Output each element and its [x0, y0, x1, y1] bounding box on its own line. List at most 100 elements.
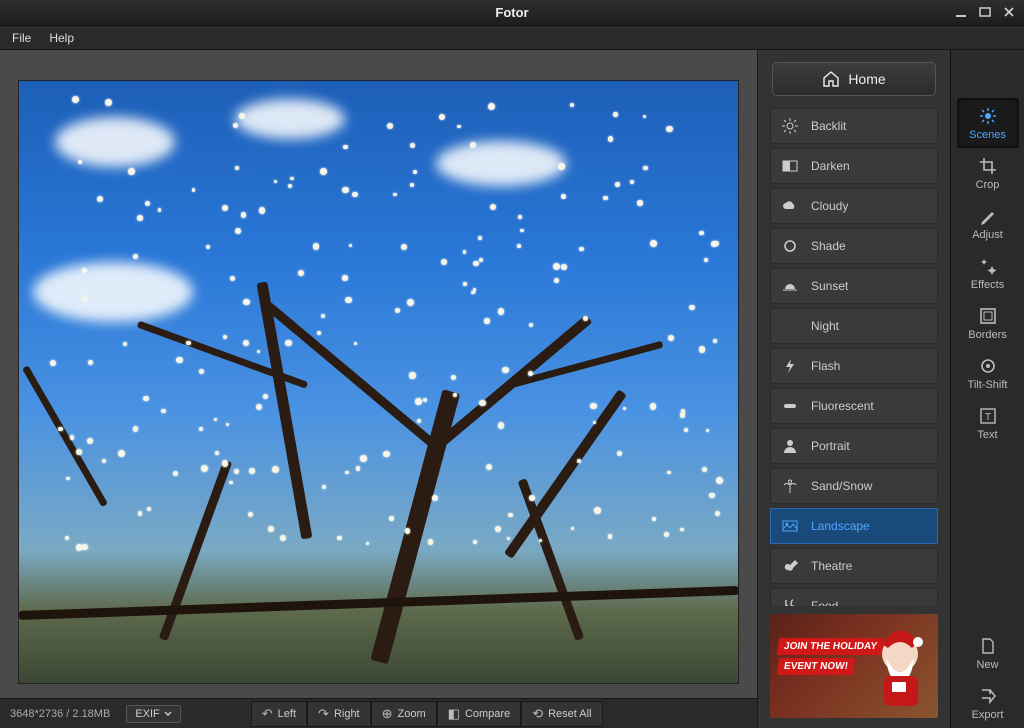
app-title: Fotor — [495, 5, 528, 20]
sunset-icon — [781, 277, 799, 295]
titlebar: Fotor — [0, 0, 1024, 26]
moon-icon — [781, 317, 799, 335]
ad-line2: EVENT NOW! — [777, 658, 855, 675]
scene-item-portrait[interactable]: Portrait — [770, 428, 938, 464]
ad-banner[interactable]: JOIN THE HOLIDAY EVENT NOW! — [770, 614, 938, 718]
window-controls — [950, 2, 1020, 22]
scene-label: Flash — [811, 359, 840, 373]
scene-label: Night — [811, 319, 839, 333]
utensils-icon — [781, 597, 799, 606]
tool-tab-label: Scenes — [969, 129, 1006, 141]
reset-all-label: Reset All — [548, 708, 591, 720]
maximize-button[interactable] — [974, 2, 996, 22]
tilt-shift-icon — [978, 356, 998, 376]
tool-tab-label: Effects — [971, 279, 1004, 291]
main: /* decorative only */ 3648*2736 / 2.18MB… — [0, 50, 1024, 728]
scene-label: Food — [811, 599, 838, 606]
svg-text:T: T — [984, 412, 990, 423]
landscape-icon — [781, 517, 799, 535]
home-label: Home — [848, 71, 885, 87]
santa-image — [862, 624, 932, 710]
tool-tab-new[interactable]: New — [957, 628, 1019, 678]
compare-icon: ◧ — [448, 706, 460, 722]
minimize-button[interactable] — [950, 2, 972, 22]
scene-item-darken[interactable]: Darken — [770, 148, 938, 184]
photo-preview[interactable]: /* decorative only */ — [18, 80, 739, 684]
exif-label: EXIF — [135, 708, 159, 720]
zoom-button[interactable]: ⊕ Zoom — [371, 701, 437, 727]
scene-list[interactable]: Backlit Darken Cloudy Shade Sunset Night Flash… — [758, 108, 950, 606]
scene-item-theatre[interactable]: Theatre — [770, 548, 938, 584]
tool-tab-label: Tilt-Shift — [968, 379, 1008, 391]
tube-icon — [781, 397, 799, 415]
tool-tab-effects[interactable]: Effects — [957, 248, 1019, 298]
tool-tab-label: Adjust — [972, 229, 1003, 241]
menu-file[interactable]: File — [12, 31, 31, 45]
rotate-left-icon: ↶ — [262, 706, 273, 722]
scene-label: Landscape — [811, 519, 870, 533]
tool-tab-borders[interactable]: Borders — [957, 298, 1019, 348]
menu-help[interactable]: Help — [49, 31, 74, 45]
crop-icon — [978, 156, 998, 176]
home-icon — [822, 70, 840, 88]
canvas-area: /* decorative only */ 3648*2736 / 2.18MB… — [0, 50, 757, 728]
tool-tab-scenes[interactable]: Scenes — [957, 98, 1019, 148]
rotate-right-icon: ↷ — [318, 706, 329, 722]
rotate-right-button[interactable]: ↷ Right — [307, 701, 371, 727]
scene-label: Backlit — [811, 119, 846, 133]
cloud-icon — [781, 197, 799, 215]
rotate-left-label: Left — [278, 708, 296, 720]
scene-item-cloudy[interactable]: Cloudy — [770, 188, 938, 224]
scene-item-food[interactable]: Food — [770, 588, 938, 606]
reset-all-button[interactable]: ⟲ Reset All — [521, 701, 602, 727]
zoom-icon: ⊕ — [382, 706, 393, 722]
chevron-down-icon — [164, 710, 172, 718]
scene-item-flash[interactable]: Flash — [770, 348, 938, 384]
bolt-icon — [781, 357, 799, 375]
tools-sidebar: Scenes Crop Adjust Effects Borders Tilt-Shift… — [950, 50, 1024, 728]
zoom-label: Zoom — [398, 708, 426, 720]
scene-item-sunset[interactable]: Sunset — [770, 268, 938, 304]
rotate-left-button[interactable]: ↶ Left — [251, 701, 307, 727]
scene-item-night[interactable]: Night — [770, 308, 938, 344]
reset-icon: ⟲ — [532, 706, 543, 722]
bottom-tool-group: ↶ Left ↷ Right ⊕ Zoom ◧ Compare ⟲ Reset All — [251, 701, 603, 727]
scene-label: Cloudy — [811, 199, 848, 213]
image-info: 3648*2736 / 2.18MB — [10, 708, 110, 720]
scene-item-fluorescent[interactable]: Fluorescent — [770, 388, 938, 424]
tool-tab-tiltshift[interactable]: Tilt-Shift — [957, 348, 1019, 398]
tool-tab-adjust[interactable]: Adjust — [957, 198, 1019, 248]
tool-tab-export[interactable]: Export — [957, 678, 1019, 728]
guitar-icon — [781, 557, 799, 575]
effects-icon — [978, 256, 998, 276]
tool-tab-label: Borders — [968, 329, 1007, 341]
scene-label: Portrait — [811, 439, 850, 453]
scene-label: Sand/Snow — [811, 479, 872, 493]
scene-item-shade[interactable]: Shade — [770, 228, 938, 264]
tool-tab-text[interactable]: TText — [957, 398, 1019, 448]
scene-label: Darken — [811, 159, 850, 173]
exif-button[interactable]: EXIF — [126, 705, 180, 723]
scene-label: Shade — [811, 239, 846, 253]
menubar: File Help — [0, 26, 1024, 50]
sun-burst-icon — [781, 117, 799, 135]
scene-label: Theatre — [811, 559, 852, 573]
darken-icon — [781, 157, 799, 175]
borders-icon — [978, 306, 998, 326]
compare-button[interactable]: ◧ Compare — [437, 701, 522, 727]
rotate-right-label: Right — [334, 708, 360, 720]
compare-label: Compare — [465, 708, 510, 720]
circle-icon — [781, 237, 799, 255]
tool-tab-label: New — [976, 659, 998, 671]
export-icon — [978, 686, 998, 706]
text-icon: T — [978, 406, 998, 426]
adjust-icon — [978, 206, 998, 226]
home-button[interactable]: Home — [772, 62, 936, 96]
scene-item-backlit[interactable]: Backlit — [770, 108, 938, 144]
close-button[interactable] — [998, 2, 1020, 22]
bottombar: 3648*2736 / 2.18MB EXIF ↶ Left ↷ Right ⊕ Zo… — [0, 698, 757, 728]
scene-item-sandsnow[interactable]: Sand/Snow — [770, 468, 938, 504]
tool-tab-crop[interactable]: Crop — [957, 148, 1019, 198]
scene-item-landscape[interactable]: Landscape — [770, 508, 938, 544]
person-icon — [781, 437, 799, 455]
